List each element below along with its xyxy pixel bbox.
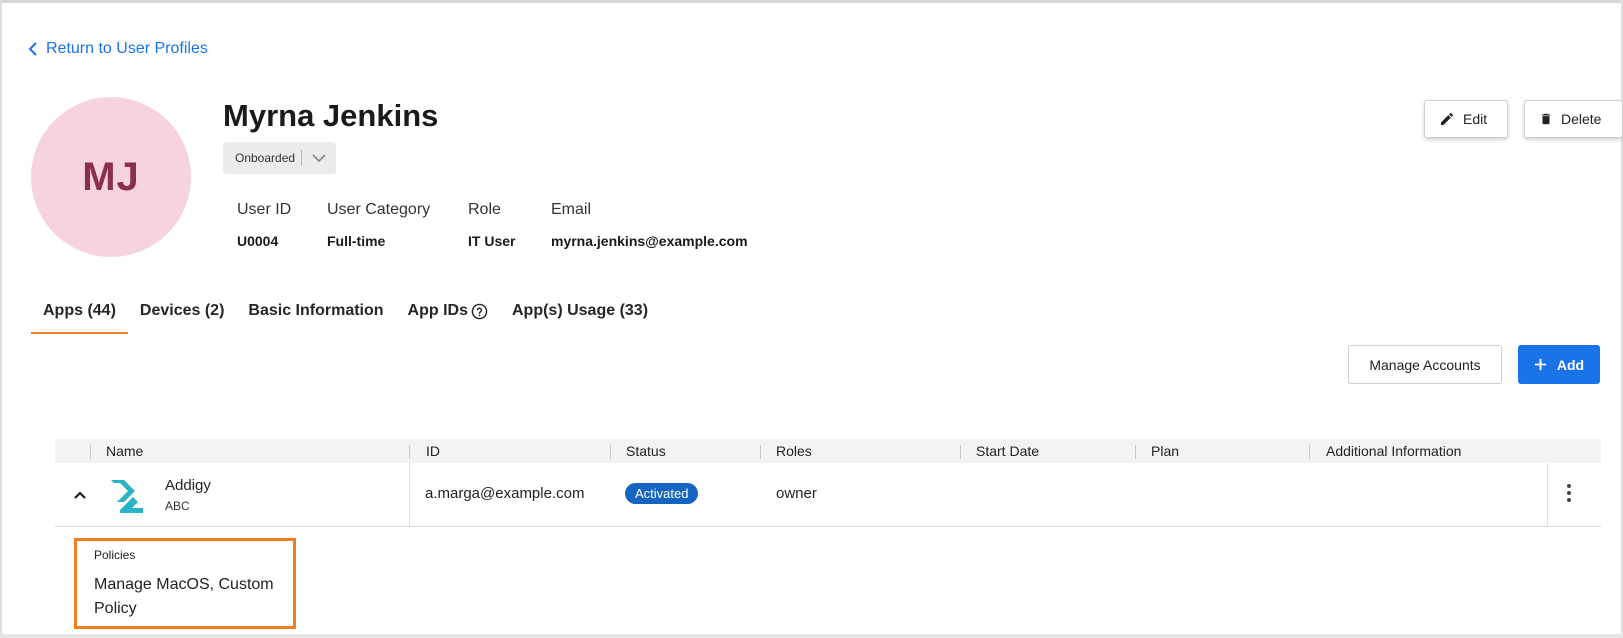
email-value: myrna.jenkins@example.com (551, 233, 748, 249)
role-value: IT User (468, 233, 516, 249)
status-badge: Activated (625, 483, 699, 504)
status-dropdown-value: Onboarded (235, 151, 296, 165)
tab-app-usage[interactable]: App(s) Usage (33) (500, 292, 660, 334)
apps-table: Name ID Status Roles Start Date Plan Add… (55, 439, 1601, 527)
role-field: Role IT User (468, 201, 515, 249)
user-category-field: User Category Full-time (327, 201, 430, 249)
column-header-status[interactable]: Status (626, 443, 666, 459)
column-divider[interactable] (960, 445, 961, 459)
chevron-up-icon[interactable] (73, 487, 87, 505)
window-border-bottom (0, 634, 1623, 638)
tab-devices[interactable]: Devices (2) (128, 292, 237, 334)
policies-title: Policies (94, 548, 136, 562)
column-header-id[interactable]: ID (426, 443, 440, 459)
column-header-name[interactable]: Name (106, 443, 143, 459)
app-account-id: a.marga@example.com (425, 485, 585, 502)
more-vertical-icon[interactable] (1566, 483, 1572, 508)
tab-devices-label: Devices (2) (139, 302, 225, 319)
email-field: Email myrna.jenkins@example.com (551, 201, 748, 249)
plus-icon (1534, 358, 1546, 371)
table-header: Name ID Status Roles Start Date Plan Add… (55, 439, 1601, 463)
tab-basic-information[interactable]: Basic Information (236, 292, 395, 334)
user-category-value: Full-time (327, 233, 386, 249)
pencil-icon (1441, 112, 1454, 125)
add-button-label: Add (1556, 356, 1585, 373)
column-divider[interactable] (1135, 445, 1136, 459)
app-name: Addigy (165, 477, 211, 494)
column-divider (90, 445, 91, 459)
delete-button-label: Delete (1561, 111, 1602, 127)
column-header-plan[interactable]: Plan (1151, 443, 1179, 459)
manage-accounts-label: Manage Accounts (1369, 356, 1481, 373)
user-category-label: User Category (327, 201, 431, 218)
avatar-initials: MJ (82, 154, 140, 199)
column-divider (409, 463, 410, 527)
tab-apps-label: Apps (44) (43, 302, 116, 319)
tab-app-ids-label: App IDs (407, 302, 468, 319)
chevron-left-icon (28, 42, 37, 56)
column-header-start-date[interactable]: Start Date (976, 443, 1039, 459)
help-circle-icon[interactable] (471, 303, 488, 320)
column-header-roles[interactable]: Roles (776, 443, 812, 459)
addigy-logo-icon (111, 480, 143, 513)
edit-button[interactable]: Edit (1424, 100, 1508, 138)
app-org: ABC (165, 499, 190, 513)
trash-icon (1541, 113, 1551, 125)
back-link-label: Return to User Profiles (46, 40, 208, 57)
tab-app-ids[interactable]: App IDs (396, 292, 500, 334)
tab-bar: Apps (44) Devices (2) Basic Information … (31, 292, 660, 334)
table-row[interactable]: Addigy ABC a.marga@example.com Activated… (55, 463, 1601, 527)
column-divider[interactable] (409, 445, 410, 459)
manage-accounts-button[interactable]: Manage Accounts (1348, 345, 1502, 384)
status-dropdown[interactable]: Onboarded (223, 142, 336, 174)
tab-app-usage-label: App(s) Usage (33) (512, 302, 649, 319)
delete-button[interactable]: Delete (1524, 100, 1623, 138)
page-title: Myrna Jenkins (223, 98, 439, 133)
return-to-user-profiles-link[interactable]: Return to User Profiles (28, 40, 208, 58)
policies-value: Manage MacOS, Custom Policy (94, 576, 274, 617)
user-id-field: User ID U0004 (237, 201, 291, 249)
column-divider (1547, 463, 1548, 527)
user-id-label: User ID (237, 201, 292, 218)
tab-basic-information-label: Basic Information (248, 302, 384, 319)
email-label: Email (551, 201, 592, 218)
column-divider[interactable] (610, 445, 611, 459)
column-divider[interactable] (1309, 445, 1310, 459)
add-button[interactable]: Add (1518, 345, 1600, 384)
column-header-additional-information[interactable]: Additional Information (1326, 443, 1461, 459)
column-divider[interactable] (760, 445, 761, 459)
tab-apps[interactable]: Apps (44) (31, 292, 128, 334)
edit-button-label: Edit (1463, 111, 1488, 127)
policies-panel: Policies Manage MacOS, Custom Policy (74, 538, 296, 629)
chevron-down-icon[interactable] (302, 153, 336, 163)
user-id-value: U0004 (237, 233, 279, 249)
role-label: Role (468, 201, 501, 218)
avatar: MJ (31, 97, 191, 257)
app-roles: owner (776, 485, 817, 502)
